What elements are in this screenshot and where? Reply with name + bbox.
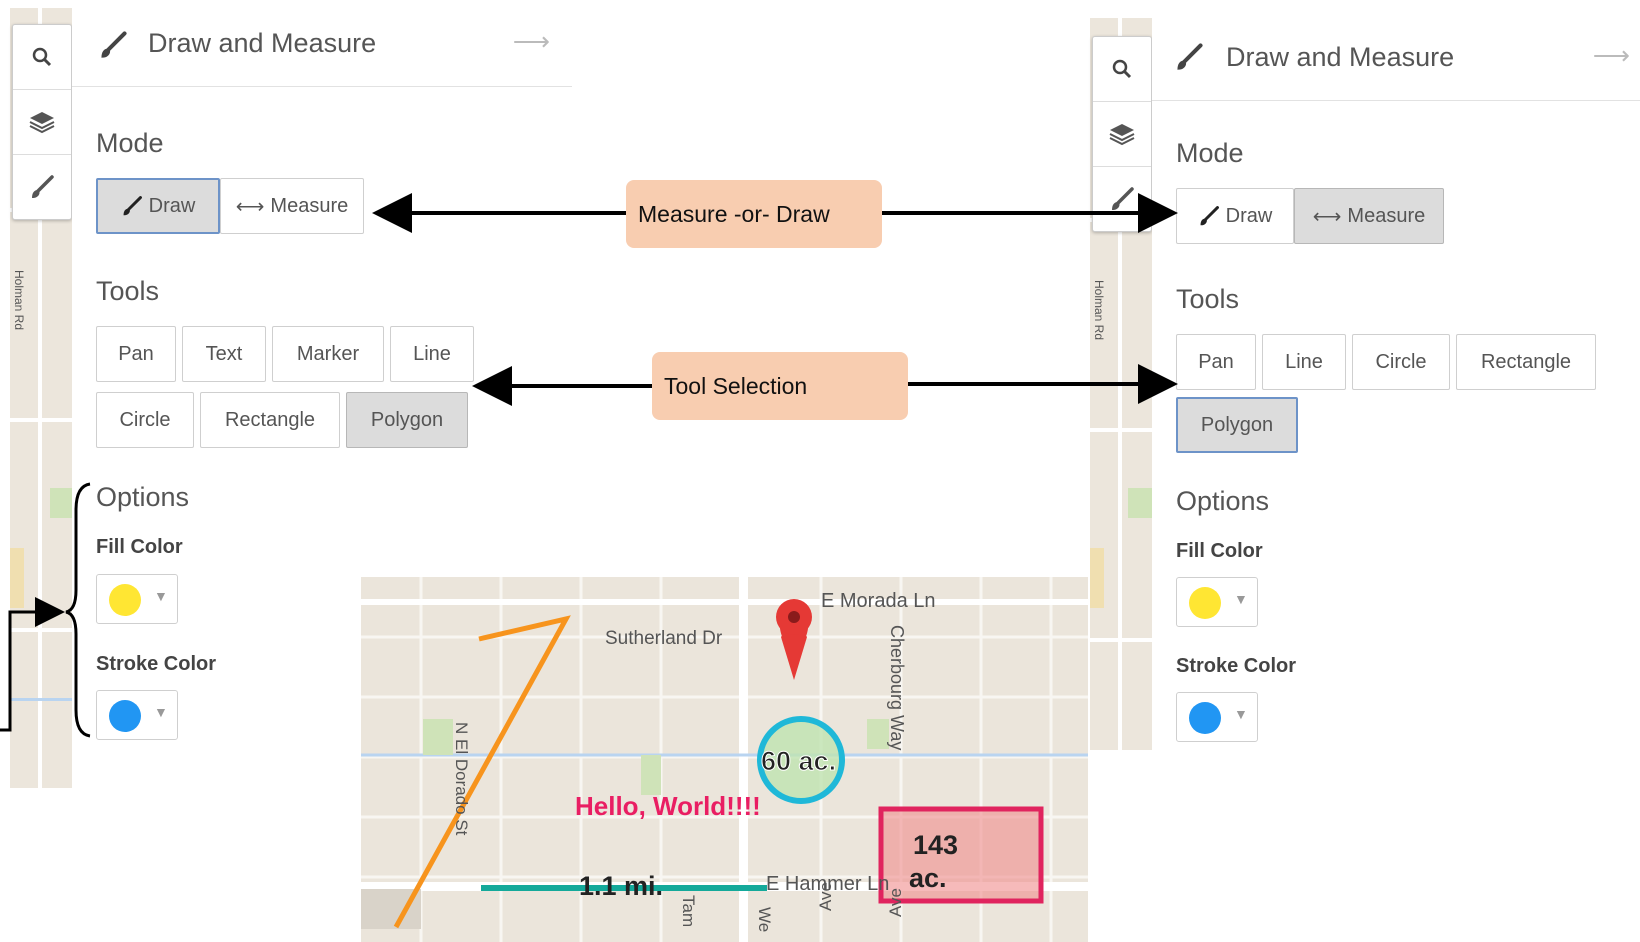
- callout-mode: Measure -or- Draw: [626, 180, 882, 248]
- map-street-label: Ave: [816, 882, 835, 911]
- map-street-label: Cherbourg Way: [887, 625, 907, 750]
- map-street-label: Tam: [679, 895, 698, 927]
- brace-connector: [0, 597, 65, 732]
- callout-tools: Tool Selection: [652, 352, 908, 420]
- map-text-label: Hello, World!!!!: [575, 791, 761, 821]
- map-street-label: We: [755, 907, 774, 932]
- map-street-label: Ave: [886, 888, 905, 917]
- circle-area-label: 60 ac.: [761, 746, 836, 776]
- map-street-label: N El Dorado St: [452, 722, 471, 836]
- rect-area-label: 143: [913, 830, 958, 860]
- map-street-label: E Morada Ln: [821, 590, 936, 612]
- map-example[interactable]: E Morada Ln Sutherland Dr Cherbourg Way …: [361, 577, 1088, 942]
- options-brace: [65, 482, 91, 738]
- map-street-label: Sutherland Dr: [605, 628, 723, 649]
- rect-area-label: ac.: [909, 863, 947, 893]
- measure-distance-label: 1.1 mi.: [579, 871, 663, 901]
